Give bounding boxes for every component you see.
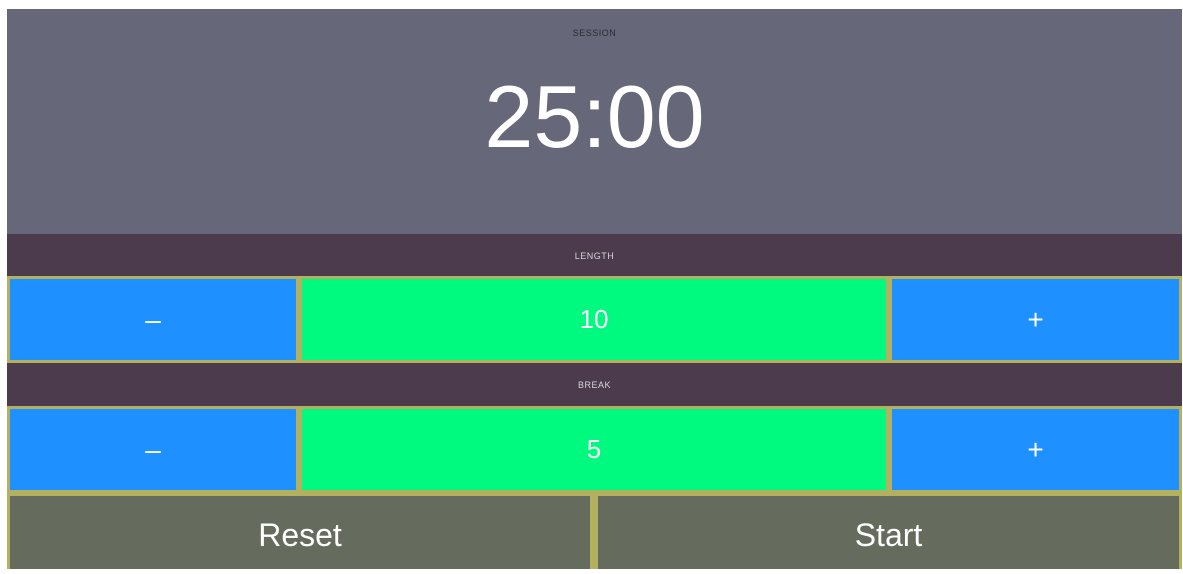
session-display: SESSION 25:00 (7, 9, 1182, 234)
length-increment-button[interactable]: + (892, 279, 1179, 360)
break-header: BREAK (7, 363, 1182, 406)
break-increment-button[interactable]: + (892, 409, 1179, 490)
length-value: 10 (302, 279, 886, 360)
session-time: 25:00 (484, 67, 705, 166)
length-header: LENGTH (7, 234, 1182, 276)
pomodoro-timer: SESSION 25:00 LENGTH – 10 + BREAK – 5 + … (7, 9, 1182, 569)
session-label: SESSION (572, 28, 617, 38)
break-value: 5 (302, 409, 886, 490)
length-decrement-button[interactable]: – (10, 279, 296, 360)
break-decrement-button[interactable]: – (10, 409, 296, 490)
start-button[interactable]: Start (598, 496, 1179, 569)
reset-button[interactable]: Reset (10, 496, 590, 569)
